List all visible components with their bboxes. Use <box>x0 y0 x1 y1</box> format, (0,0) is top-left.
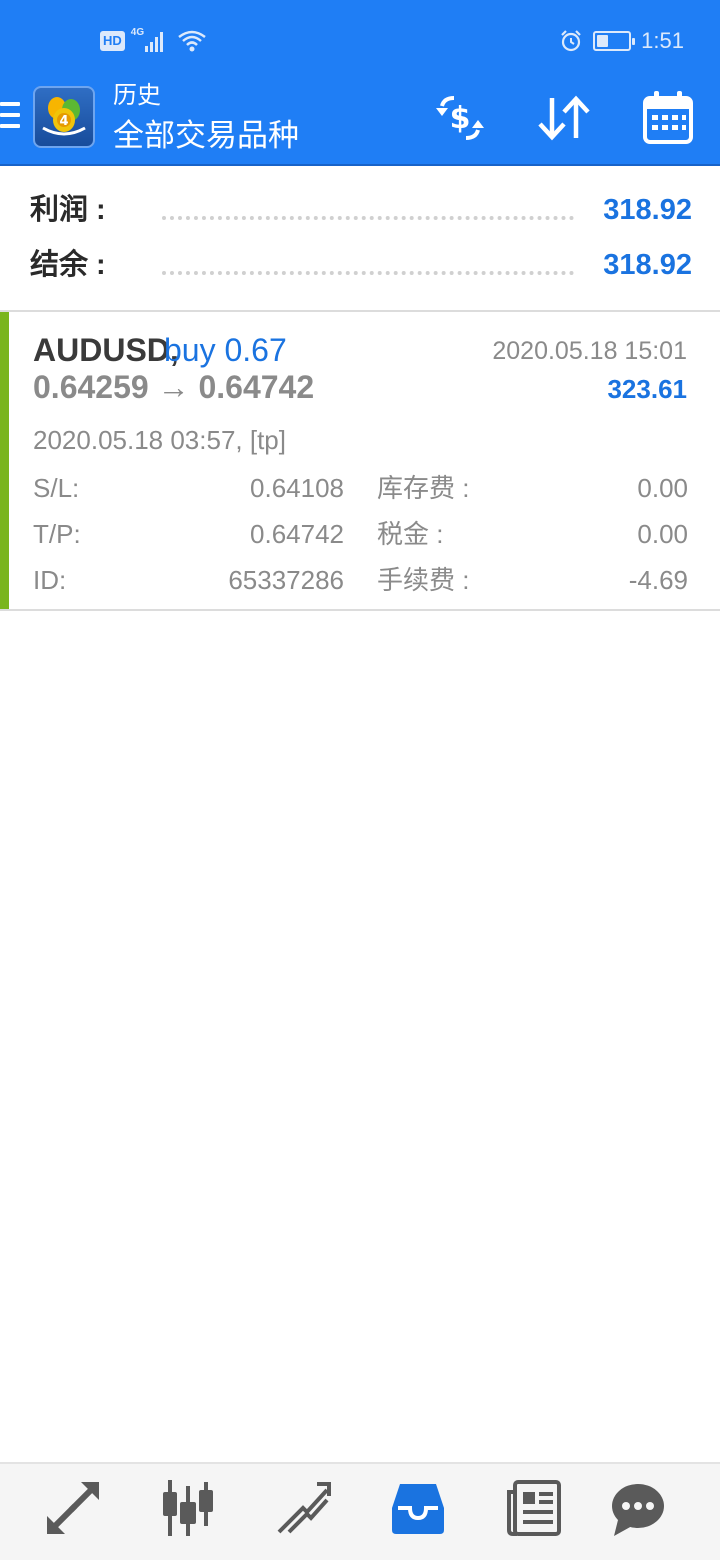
app-bar: 4 历史 全部交易品种 $ <box>0 80 720 164</box>
page-title: 历史 <box>113 82 161 109</box>
network-type: 4G <box>130 27 145 38</box>
dotted-leader <box>162 271 574 275</box>
status-right: 1:51 <box>559 28 684 54</box>
tp-label: T/P: <box>33 519 81 549</box>
hd-badge: HD <box>100 31 125 51</box>
sl-label: S/L: <box>33 473 80 503</box>
tp-value: 0.64742 <box>250 519 344 549</box>
symbol-filter[interactable]: 全部交易品种 <box>113 116 299 156</box>
status-bar: HD 4G 1:51 <box>0 0 720 80</box>
deal-symbol: AUDUSD, <box>33 332 179 368</box>
deal-profit: 323.61 <box>607 374 687 404</box>
app-bar-shadow <box>0 164 720 166</box>
balance-label: 结余 : <box>30 249 106 281</box>
deal-side-volume: buy 0.67 <box>164 332 287 368</box>
deal-close-time: 2020.05.18 15:01 <box>492 337 687 365</box>
currency-exchange-icon[interactable]: $ <box>430 90 490 146</box>
deal-prices: 0.64259 → 0.64742 <box>33 369 315 405</box>
divider <box>0 609 720 611</box>
deal-open-info: 2020.05.18 03:57, [tp] <box>33 425 286 455</box>
id-value: 65337286 <box>228 565 344 595</box>
clock: 1:51 <box>641 28 684 53</box>
deal-item[interactable]: AUDUSD, buy 0.67 2020.05.18 15:01 0.6425… <box>0 312 720 610</box>
app-logo[interactable]: 4 <box>33 86 95 148</box>
trade-icon[interactable] <box>273 1478 333 1538</box>
calendar-icon[interactable] <box>638 90 698 146</box>
profit-value: 318.92 <box>603 194 692 226</box>
chart-icon[interactable] <box>158 1478 218 1538</box>
swap-label: 库存费 : <box>377 473 470 503</box>
sort-icon[interactable] <box>534 90 594 146</box>
profit-label: 利润 : <box>30 194 106 226</box>
balance-value: 318.92 <box>603 249 692 281</box>
wifi-icon <box>178 30 206 52</box>
svg-text:4: 4 <box>59 114 68 129</box>
status-left: HD 4G <box>100 28 207 54</box>
id-label: ID: <box>33 565 67 595</box>
swap-value: 0.00 <box>637 473 688 503</box>
dotted-leader <box>162 216 574 220</box>
sl-value: 0.64108 <box>250 473 344 503</box>
commission-value: -4.69 <box>628 565 688 595</box>
menu-icon[interactable] <box>0 102 20 132</box>
battery-icon <box>593 31 636 51</box>
tax-label: 税金 : <box>377 519 444 549</box>
buy-indicator-bar <box>0 312 9 610</box>
chat-icon[interactable] <box>608 1478 668 1538</box>
metatrader-logo-icon: 4 <box>42 97 86 136</box>
svg-text:$: $ <box>450 101 471 136</box>
battery-level <box>597 35 609 47</box>
quotes-icon[interactable] <box>43 1478 103 1538</box>
history-icon[interactable] <box>388 1478 448 1538</box>
bottom-navigation <box>0 1462 720 1560</box>
news-icon[interactable] <box>503 1478 563 1538</box>
commission-label: 手续费 : <box>377 565 470 595</box>
summary-balance-row: 结余 : 318.92 <box>30 245 692 285</box>
tax-value: 0.00 <box>637 519 688 549</box>
cellular-signal-icon: 4G <box>131 28 171 54</box>
summary-profit-row: 利润 : 318.92 <box>30 190 692 230</box>
alarm-icon <box>561 30 581 52</box>
